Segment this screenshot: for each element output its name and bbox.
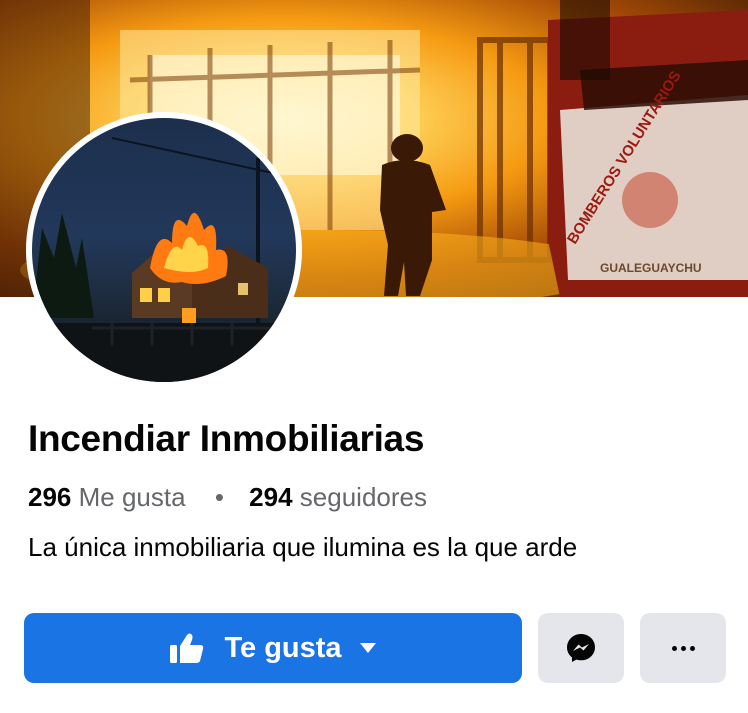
message-button[interactable] — [538, 613, 624, 683]
followers-label[interactable]: seguidores — [300, 482, 427, 512]
like-button[interactable]: Te gusta — [24, 613, 522, 683]
more-icon — [671, 645, 695, 651]
thumbs-up-icon — [170, 633, 204, 663]
page-title: Incendiar Inmobiliarias — [28, 418, 425, 459]
likes-label[interactable]: Me gusta — [79, 482, 186, 512]
page-stats: 296 Me gusta • 294 seguidores — [28, 482, 427, 513]
stats-separator: • — [214, 482, 224, 512]
avatar-burning-house — [32, 137, 296, 382]
messenger-icon — [567, 634, 595, 662]
truck-city-label: GUALEGUAYCHU — [600, 261, 702, 275]
like-button-label: Te gusta — [224, 631, 342, 664]
followers-count: 294 — [249, 482, 293, 512]
page-bio: La única inmobiliaria que ilumina es la … — [28, 532, 578, 562]
avatar — [32, 118, 296, 382]
chevron-down-icon — [359, 643, 376, 653]
likes-count: 296 — [28, 482, 72, 512]
profile-picture[interactable] — [26, 112, 302, 388]
more-options-button[interactable] — [640, 613, 726, 683]
